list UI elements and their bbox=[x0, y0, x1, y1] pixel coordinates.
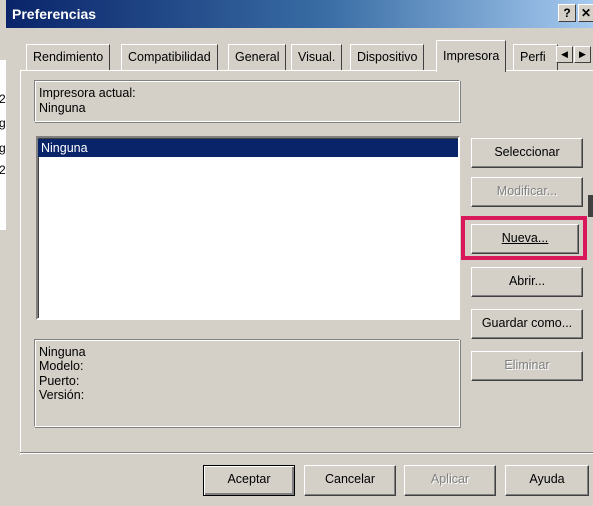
tab-scroll-right-icon[interactable]: ▶ bbox=[574, 46, 591, 63]
open-button-label: Abrir... bbox=[508, 274, 546, 288]
footer-separator bbox=[20, 452, 593, 454]
title-bar: Preferencias bbox=[6, 0, 593, 28]
printer-details-port: Puerto: bbox=[39, 374, 80, 388]
cancel-button-label: Cancelar bbox=[324, 472, 376, 486]
window-edge bbox=[588, 195, 593, 217]
printer-list-item-selected[interactable]: Ninguna bbox=[38, 139, 458, 157]
background-text: g bbox=[0, 116, 6, 130]
background-text: g bbox=[0, 141, 6, 155]
current-printer-box: Impresora actual: Ninguna bbox=[34, 80, 460, 122]
select-button-label: Seleccionar bbox=[494, 145, 560, 159]
open-button[interactable]: Abrir... bbox=[471, 267, 583, 297]
delete-button-label: Eliminar bbox=[504, 358, 550, 372]
apply-button[interactable]: Aplicar bbox=[404, 465, 496, 496]
printer-list[interactable] bbox=[36, 136, 460, 320]
printer-details-model: Modelo: bbox=[39, 359, 84, 373]
modify-button[interactable]: Modificar... bbox=[471, 177, 583, 207]
highlight-box bbox=[461, 216, 587, 260]
tab-impresora[interactable]: Impresora bbox=[436, 40, 507, 72]
help-button[interactable]: Ayuda bbox=[505, 465, 589, 496]
tab-rendimiento[interactable]: Rendimiento bbox=[26, 44, 111, 70]
ok-button[interactable]: Aceptar bbox=[203, 465, 295, 496]
save-as-button-label: Guardar como... bbox=[481, 316, 573, 330]
tab-perfiles[interactable]: Perfi bbox=[513, 44, 558, 70]
tab-scroll-left-icon[interactable]: ◀ bbox=[556, 46, 573, 63]
printer-details-version: Versión: bbox=[39, 388, 85, 402]
modify-button-label: Modificar... bbox=[496, 184, 558, 198]
current-printer-label: Impresora actual: bbox=[39, 86, 136, 100]
tab-dispositivo[interactable]: Dispositivo bbox=[350, 44, 425, 70]
help-button-label: Ayuda bbox=[529, 472, 565, 486]
printer-details-box: Ninguna Modelo: Puerto: Versión: bbox=[34, 339, 460, 427]
tab-compatibilidad[interactable]: Compatibilidad bbox=[121, 44, 218, 70]
printer-details-name: Ninguna bbox=[39, 345, 86, 359]
select-button[interactable]: Seleccionar bbox=[471, 138, 583, 168]
help-question-icon[interactable]: ? bbox=[558, 4, 576, 22]
tab-general[interactable]: General bbox=[228, 44, 287, 70]
window-title: Preferencias bbox=[12, 6, 97, 22]
ok-button-label: Aceptar bbox=[227, 472, 271, 486]
cancel-button[interactable]: Cancelar bbox=[304, 465, 396, 496]
current-printer-value: Ninguna bbox=[39, 101, 86, 115]
tab-visual[interactable]: Visual. bbox=[291, 44, 343, 70]
close-icon[interactable]: ✕ bbox=[578, 4, 593, 22]
apply-button-label: Aplicar bbox=[430, 472, 470, 486]
save-as-button[interactable]: Guardar como... bbox=[471, 309, 583, 339]
delete-button[interactable]: Eliminar bbox=[471, 351, 583, 381]
